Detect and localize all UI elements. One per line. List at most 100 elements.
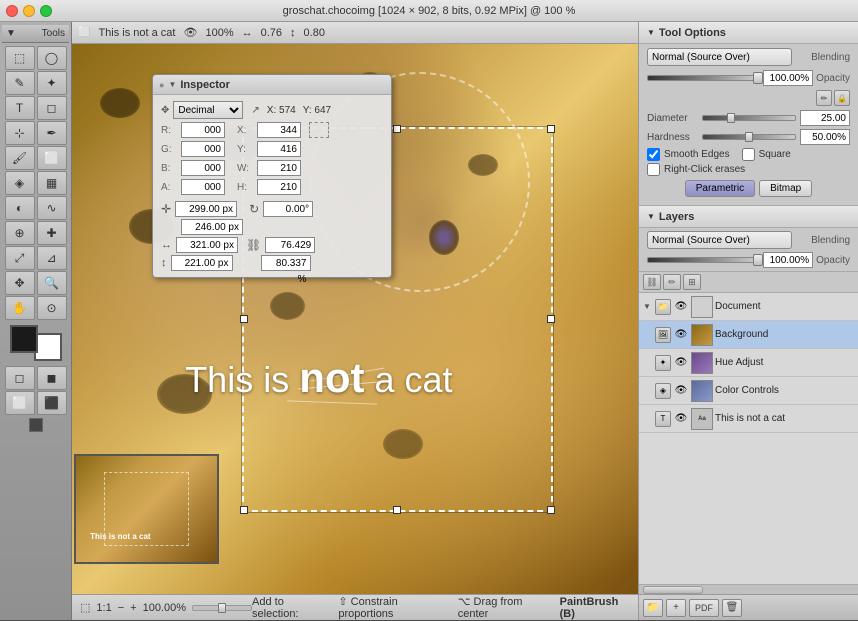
- opacity-value[interactable]: 100.00%: [763, 70, 813, 86]
- layers-opacity-value[interactable]: 100.00%: [763, 252, 813, 268]
- hardness-value[interactable]: 50.00%: [800, 129, 850, 145]
- zoom-slider[interactable]: [192, 605, 252, 611]
- tool-lasso[interactable]: ✎: [5, 71, 35, 95]
- tool-heal[interactable]: ✚: [37, 221, 67, 245]
- tool-clone[interactable]: ⊕: [5, 221, 35, 245]
- square-check[interactable]: [742, 148, 755, 161]
- tool-gradient[interactable]: ▦: [37, 171, 67, 195]
- tool-marquee-rect[interactable]: ⬚: [5, 46, 35, 70]
- tool-smudge[interactable]: ∿: [37, 196, 67, 220]
- tool-view-2[interactable]: ⬛: [37, 391, 67, 415]
- handle-br[interactable]: [547, 506, 555, 514]
- scale-x: 321.00 px: [176, 237, 238, 253]
- foreground-color-swatch[interactable]: [10, 325, 38, 353]
- layers-blend-select[interactable]: Normal (Source Over): [647, 231, 792, 249]
- tool-row-9: ⤢ ⊿: [2, 246, 69, 270]
- layer-vis-color[interactable]: 👁: [673, 383, 689, 399]
- tool-pencil[interactable]: ✒: [37, 121, 67, 145]
- tool-brush[interactable]: 🖌: [5, 146, 35, 170]
- zoom-increase[interactable]: +: [130, 602, 136, 614]
- bitmap-btn[interactable]: Bitmap: [759, 180, 812, 197]
- tool-view-1[interactable]: ⬜: [5, 391, 35, 415]
- right-click-erases-check[interactable]: [647, 163, 660, 176]
- layer-vis-document[interactable]: 👁: [673, 299, 689, 315]
- tool-crop[interactable]: ⊹: [5, 121, 35, 145]
- smooth-edges-check[interactable]: [647, 148, 660, 161]
- layer-add-btn[interactable]: +: [666, 599, 686, 617]
- tool-row-1: ⬚ ◯: [2, 46, 69, 70]
- tool-eyedropper[interactable]: ✥: [5, 271, 35, 295]
- tool-marquee-ellipse[interactable]: ◯: [37, 46, 67, 70]
- channel-write[interactable]: ✏: [816, 90, 832, 106]
- layer-item-background[interactable]: 🖼 👁 Background: [639, 321, 858, 349]
- layer-vis-text[interactable]: 👁: [673, 411, 689, 427]
- canvas-arrow-h: ↔: [242, 27, 253, 39]
- transform-pos-row: ✛ 299.00 px ↻ 0.00°: [161, 201, 383, 217]
- tool-extra[interactable]: ⊙: [37, 296, 67, 320]
- handle-tr[interactable]: [547, 125, 555, 133]
- tool-eraser[interactable]: ⬜: [37, 146, 67, 170]
- tool-transform[interactable]: ⤢: [5, 246, 35, 270]
- layer-pdf-btn[interactable]: PDF: [689, 599, 719, 617]
- traffic-lights[interactable]: [6, 5, 52, 17]
- layers-opacity-thumb: [753, 254, 763, 266]
- cursor-arrow-icon: ↗: [251, 105, 259, 116]
- tool-row-4: ⊹ ✒: [2, 121, 69, 145]
- channel-lock[interactable]: 🔒: [834, 90, 850, 106]
- diameter-value[interactable]: 25.00: [800, 110, 850, 126]
- layer-merge-icon[interactable]: ⊞: [683, 274, 701, 290]
- canvas-image[interactable]: This is not a cat ● ▼ Inspector ✥: [72, 44, 638, 594]
- layer-chain-icon[interactable]: ⛓: [643, 274, 661, 290]
- layer-item-hue[interactable]: ✦ 👁 Hue Adjust: [639, 349, 858, 377]
- layer-delete-btn[interactable]: 🗑: [722, 599, 742, 617]
- opacity-slider[interactable]: [647, 75, 759, 81]
- handle-bl[interactable]: [240, 506, 248, 514]
- tool-hand[interactable]: ✋: [5, 296, 35, 320]
- tool-dodge[interactable]: ◐: [5, 196, 35, 220]
- tool-row-6: ◈ ▦: [2, 171, 69, 195]
- layer-item-color[interactable]: ◈ 👁 Color Controls: [639, 377, 858, 405]
- minimize-button[interactable]: [23, 5, 35, 17]
- tool-measure[interactable]: ⊿: [37, 246, 67, 270]
- diameter-slider[interactable]: [702, 115, 796, 121]
- layer-item-text[interactable]: T 👁 Aa This is not a cat: [639, 405, 858, 433]
- handle-mr[interactable]: [547, 315, 555, 323]
- inspector-close-btn[interactable]: ●: [159, 80, 164, 90]
- inspector-triangle: ▼: [168, 80, 176, 89]
- layer-thumb-color: [691, 380, 713, 402]
- maximize-button[interactable]: [40, 5, 52, 17]
- tool-options-title: Tool Options: [659, 27, 726, 39]
- layer-item-document[interactable]: ▼ 📁 👁 Document: [639, 293, 858, 321]
- handle-ml[interactable]: [240, 315, 248, 323]
- layer-add-group-btn[interactable]: 📁: [643, 599, 663, 617]
- tool-fill[interactable]: ◈: [5, 171, 35, 195]
- zoom-decrease[interactable]: −: [118, 602, 124, 614]
- layers-triangle: ▼: [647, 212, 655, 221]
- h-value: 210: [257, 179, 301, 195]
- tool-shape[interactable]: ◻: [37, 96, 67, 120]
- layer-type-hue: ✦: [655, 355, 671, 371]
- parametric-btn[interactable]: Parametric: [685, 180, 755, 197]
- transform-pos-y-row: 246.00 px: [161, 219, 383, 235]
- handle-bm[interactable]: [393, 506, 401, 514]
- scrollbar-thumb[interactable]: [643, 586, 703, 594]
- blend-mode-select[interactable]: Normal (Source Over): [647, 48, 792, 66]
- horizontal-scrollbar[interactable]: [639, 584, 858, 594]
- w-value: 210: [257, 160, 301, 176]
- layers-opacity-slider[interactable]: [647, 257, 759, 263]
- tool-zoom[interactable]: 🔍: [37, 271, 67, 295]
- opacity-label: Opacity: [816, 73, 850, 84]
- tool-quick-mask[interactable]: ◼: [37, 366, 67, 390]
- lock-icon: ⛓: [246, 238, 261, 252]
- tool-wand[interactable]: ✦: [37, 71, 67, 95]
- tool-text[interactable]: T: [5, 96, 35, 120]
- close-button[interactable]: [6, 5, 18, 17]
- zoom-thumb: [218, 603, 226, 613]
- tool-normal-mode[interactable]: ◻: [5, 366, 35, 390]
- layer-vis-bg[interactable]: 👁: [673, 327, 689, 343]
- inspector-mode-select[interactable]: Decimal: [173, 101, 243, 119]
- layer-edit-icon[interactable]: ✏: [663, 274, 681, 290]
- hardness-slider[interactable]: [702, 134, 796, 140]
- layer-vis-hue[interactable]: 👁: [673, 355, 689, 371]
- background-color-swatch[interactable]: [34, 333, 62, 361]
